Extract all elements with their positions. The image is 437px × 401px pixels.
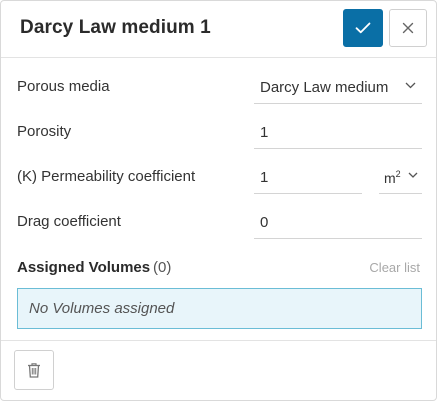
permeability-label: (K) Permeability coefficient	[17, 168, 196, 185]
panel-title: Darcy Law medium 1	[20, 17, 211, 38]
trash-icon	[28, 363, 40, 378]
chevron-down-icon	[405, 82, 416, 89]
clear-list-link[interactable]: Clear list	[369, 260, 420, 275]
material-panel: Darcy Law medium 1 Porous media Darcy La…	[0, 0, 437, 401]
assigned-volumes-label: Assigned Volumes	[17, 259, 151, 276]
porosity-value: 1	[260, 124, 269, 141]
porous-media-value: Darcy Law medium	[260, 79, 389, 96]
drag-input[interactable]: 0	[254, 205, 422, 239]
permeability-input[interactable]: 1	[254, 160, 362, 194]
assigned-volumes-count: (0)	[153, 259, 172, 276]
drag-label: Drag coefficient	[17, 213, 121, 230]
delete-button[interactable]	[14, 350, 54, 390]
check-icon	[355, 22, 371, 34]
porous-media-select[interactable]: Darcy Law medium	[254, 70, 422, 104]
close-button[interactable]	[389, 9, 427, 47]
porous-media-label: Porous media	[17, 78, 110, 95]
chevron-down-icon	[408, 172, 418, 178]
assigned-volumes-box[interactable]: No Volumes assigned	[17, 288, 422, 329]
empty-volumes-message: No Volumes assigned	[29, 300, 175, 317]
permeability-unit: m2	[384, 169, 401, 186]
porosity-input[interactable]: 1	[254, 115, 422, 149]
close-icon	[402, 22, 414, 34]
panel-footer	[1, 340, 436, 401]
drag-value: 0	[260, 214, 269, 231]
porosity-label: Porosity	[17, 123, 72, 140]
permeability-unit-select[interactable]: m2	[379, 160, 422, 194]
confirm-button[interactable]	[343, 9, 383, 47]
panel-header: Darcy Law medium 1	[1, 1, 436, 58]
permeability-value: 1	[260, 169, 269, 186]
